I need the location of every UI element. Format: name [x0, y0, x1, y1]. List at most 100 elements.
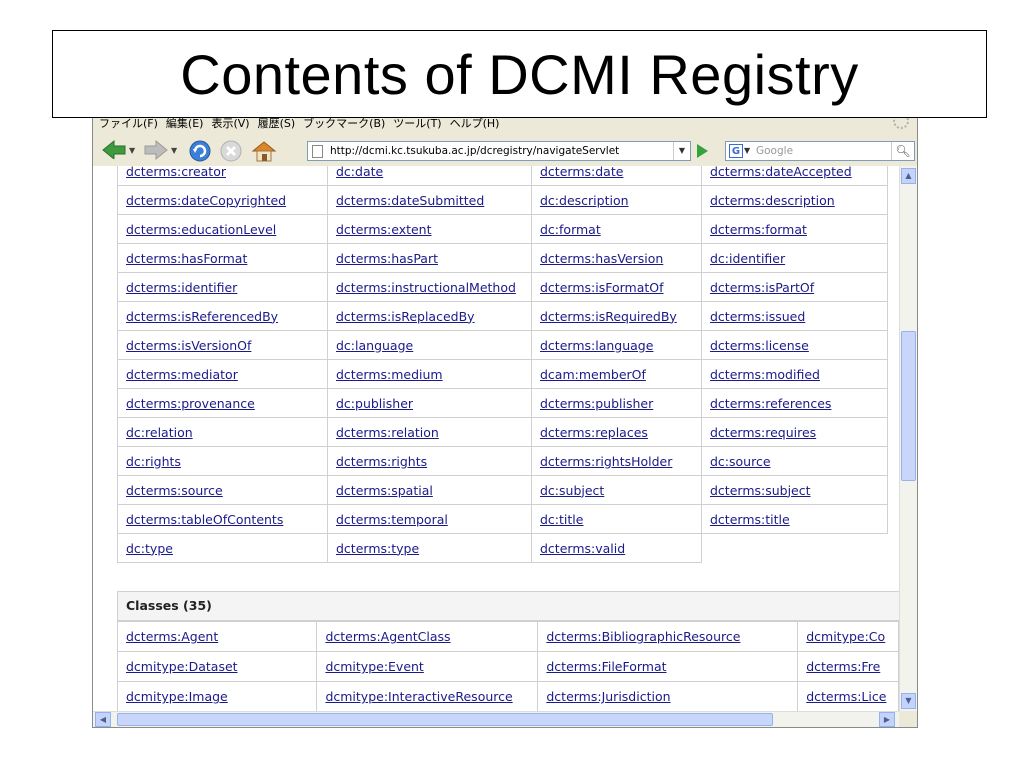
term-link[interactable]: dcam:memberOf — [540, 367, 646, 382]
term-link[interactable]: dc:language — [336, 338, 413, 353]
url-dropdown-icon[interactable]: ▼ — [673, 142, 690, 160]
term-link[interactable]: dc:date — [336, 166, 383, 179]
term-link[interactable]: dcmitype:InteractiveResource — [325, 689, 512, 704]
table-row: dcterms:Agent dcterms:AgentClass dcterms:B… — [116, 621, 899, 652]
term-link[interactable]: dcterms:spatial — [336, 483, 433, 498]
stop-icon[interactable] — [219, 139, 243, 163]
term-link[interactable]: dcterms:dateCopyrighted — [126, 193, 286, 208]
table-cell: dc:relation — [117, 417, 328, 447]
term-link[interactable]: dcterms:Agent — [126, 629, 218, 644]
term-link[interactable]: dcterms:rights — [336, 454, 427, 469]
term-link[interactable]: dcterms:subject — [710, 483, 811, 498]
scroll-up-icon[interactable]: ▲ — [901, 168, 916, 184]
term-link[interactable]: dcterms:tableOfContents — [126, 512, 283, 527]
go-icon[interactable] — [697, 144, 708, 158]
term-link[interactable]: dcterms:type — [336, 541, 419, 556]
term-link[interactable]: dcterms:mediator — [126, 367, 238, 382]
term-link[interactable]: dcterms:dateSubmitted — [336, 193, 484, 208]
term-link[interactable]: dcterms:valid — [540, 541, 625, 556]
term-link[interactable]: dcterms:medium — [336, 367, 443, 382]
google-logo-icon[interactable]: G — [729, 144, 743, 158]
term-link[interactable]: dcterms:hasPart — [336, 251, 438, 266]
term-link[interactable]: dcterms:rightsHolder — [540, 454, 672, 469]
vertical-scrollbar[interactable]: ▲ ▼ — [899, 166, 917, 711]
term-link[interactable]: dcterms:Fre — [806, 659, 880, 674]
term-link[interactable]: dcterms:isReferencedBy — [126, 309, 278, 324]
term-link[interactable]: dc:rights — [126, 454, 181, 469]
term-link[interactable]: dc:identifier — [710, 251, 785, 266]
reload-icon[interactable] — [187, 139, 213, 163]
term-link[interactable]: dcterms:description — [710, 193, 835, 208]
term-link[interactable]: dcterms:extent — [336, 222, 432, 237]
table-cell: dcterms:provenance — [117, 388, 328, 418]
search-icon[interactable]: 🔍︎ — [891, 142, 914, 160]
table-cell: dc:publisher — [327, 388, 532, 418]
term-link[interactable]: dcterms:FileFormat — [546, 659, 666, 674]
table-cell: dcmitype:Image — [116, 681, 318, 711]
table-cell: dc:source — [701, 446, 888, 476]
term-link[interactable]: dc:description — [540, 193, 629, 208]
term-link[interactable]: dc:publisher — [336, 396, 413, 411]
table-cell: dcterms:type — [327, 533, 532, 563]
term-link[interactable]: dcmitype:Co — [806, 629, 885, 644]
address-bar[interactable]: http://dcmi.kc.tsukuba.ac.jp/dcregistry/… — [307, 141, 691, 161]
search-engine-dropdown-icon[interactable]: ▼ — [744, 142, 750, 160]
term-link[interactable]: dcterms:isFormatOf — [540, 280, 664, 295]
term-link[interactable]: dc:subject — [540, 483, 604, 498]
term-link[interactable]: dc:type — [126, 541, 173, 556]
table-cell: dcam:memberOf — [531, 359, 702, 389]
term-link[interactable]: dc:relation — [126, 425, 193, 440]
term-link[interactable]: dcterms:Jurisdiction — [546, 689, 670, 704]
scroll-left-icon[interactable]: ◀ — [95, 712, 111, 727]
term-link[interactable]: dcterms:isVersionOf — [126, 338, 251, 353]
term-link[interactable]: dc:format — [540, 222, 601, 237]
back-history-dropdown-icon[interactable]: ▼ — [129, 146, 135, 155]
term-link[interactable]: dcterms:creator — [126, 166, 226, 179]
term-link[interactable]: dcterms:dateAccepted — [710, 166, 852, 179]
term-link[interactable]: dcterms:publisher — [540, 396, 653, 411]
term-link[interactable]: dcterms:title — [710, 512, 790, 527]
term-link[interactable]: dcterms:relation — [336, 425, 439, 440]
term-link[interactable]: dcterms:AgentClass — [325, 629, 450, 644]
term-link[interactable]: dcterms:modified — [710, 367, 820, 382]
term-link[interactable]: dcmitype:Dataset — [126, 659, 238, 674]
term-link[interactable]: dcterms:isRequiredBy — [540, 309, 677, 324]
term-link[interactable]: dcterms:language — [540, 338, 653, 353]
term-link[interactable]: dcterms:hasVersion — [540, 251, 663, 266]
term-link[interactable]: dcterms:provenance — [126, 396, 255, 411]
term-link[interactable]: dcterms:references — [710, 396, 831, 411]
term-link[interactable]: dcterms:format — [710, 222, 807, 237]
home-icon[interactable] — [251, 139, 277, 163]
term-link[interactable]: dcterms:license — [710, 338, 809, 353]
term-link[interactable]: dcterms:replaces — [540, 425, 648, 440]
table-cell: dcterms:references — [701, 388, 888, 418]
scroll-down-icon[interactable]: ▼ — [901, 693, 916, 709]
term-link[interactable]: dcterms:hasFormat — [126, 251, 247, 266]
term-link[interactable]: dcmitype:Image — [126, 689, 228, 704]
forward-arrow-icon[interactable] — [143, 139, 169, 161]
forward-history-dropdown-icon[interactable]: ▼ — [171, 146, 177, 155]
horizontal-scroll-thumb[interactable] — [117, 713, 773, 726]
term-link[interactable]: dcterms:isPartOf — [710, 280, 814, 295]
term-link[interactable]: dcterms:instructionalMethod — [336, 280, 516, 295]
term-link[interactable]: dcterms:isReplacedBy — [336, 309, 475, 324]
term-link[interactable]: dcterms:date — [540, 166, 623, 179]
scroll-right-icon[interactable]: ▶ — [879, 712, 895, 727]
back-arrow-icon[interactable] — [101, 139, 127, 159]
search-box[interactable]: G ▼ Google 🔍︎ — [725, 141, 915, 161]
term-link[interactable]: dc:source — [710, 454, 771, 469]
term-link[interactable]: dcterms:requires — [710, 425, 816, 440]
term-link[interactable]: dcterms:Lice — [806, 689, 886, 704]
term-link[interactable]: dcterms:educationLevel — [126, 222, 276, 237]
term-link[interactable]: dcterms:identifier — [126, 280, 237, 295]
term-link[interactable]: dc:title — [540, 512, 583, 527]
table-cell: dcterms:subject — [701, 475, 888, 505]
term-link[interactable]: dcterms:issued — [710, 309, 805, 324]
table-cell: dcterms:Fre — [797, 651, 899, 682]
term-link[interactable]: dcterms:source — [126, 483, 223, 498]
term-link[interactable]: dcterms:temporal — [336, 512, 448, 527]
term-link[interactable]: dcterms:BibliographicResource — [546, 629, 740, 644]
term-link[interactable]: dcmitype:Event — [325, 659, 423, 674]
horizontal-scrollbar[interactable]: ◀ ▶ — [93, 711, 899, 727]
vertical-scroll-thumb[interactable] — [901, 331, 916, 481]
